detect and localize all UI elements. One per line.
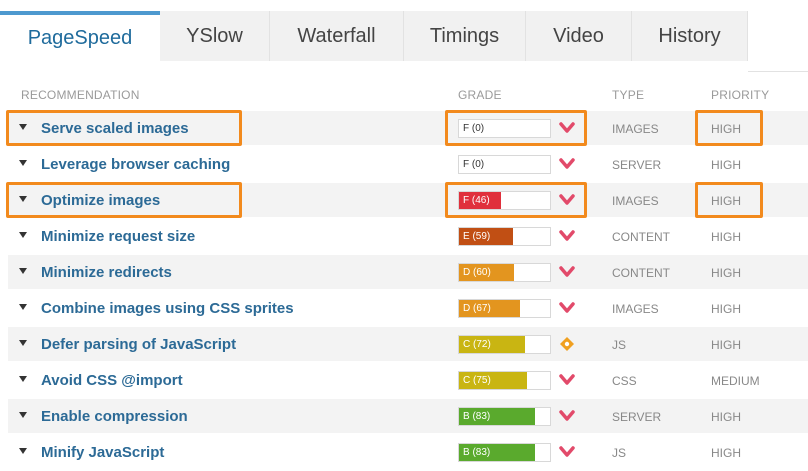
table-row[interactable]: Minimize redirects D (60) CONTENT HIGH xyxy=(8,255,808,289)
tab-waterfall[interactable]: Waterfall xyxy=(270,11,404,61)
grade-bar: F (0) xyxy=(458,155,551,174)
priority-label: HIGH xyxy=(711,302,741,316)
type-label: SERVER xyxy=(612,410,662,424)
grade-label: B (83) xyxy=(463,411,491,422)
recommendation-label[interactable]: Enable compression xyxy=(41,408,188,425)
priority-label: HIGH xyxy=(711,410,741,424)
grade-label: D (67) xyxy=(463,303,491,314)
header-priority: PRIORITY xyxy=(711,88,770,102)
type-label: CONTENT xyxy=(612,230,670,244)
grade-label: C (75) xyxy=(463,375,491,386)
type-label: IMAGES xyxy=(612,194,659,208)
table-row[interactable]: Leverage browser caching F (0) SERVER HIGH xyxy=(8,147,808,181)
highlight-box xyxy=(695,110,763,146)
tab-history[interactable]: History xyxy=(632,11,748,61)
type-label: JS xyxy=(612,446,627,460)
grade-label: C (72) xyxy=(463,339,491,350)
expand-triangle-icon[interactable] xyxy=(19,268,27,274)
recommendation-label[interactable]: Combine images using CSS sprites xyxy=(41,300,294,317)
highlight-box xyxy=(6,110,242,146)
grade-bar: D (67) xyxy=(458,299,551,318)
priority-label: HIGH xyxy=(711,230,741,244)
type-label: CSS xyxy=(612,374,637,388)
grade-bar: B (83) xyxy=(458,407,551,426)
grade-label: D (60) xyxy=(463,267,491,278)
expand-triangle-icon[interactable] xyxy=(19,448,27,454)
tab-bar: PageSpeed YSlow Waterfall Timings Video … xyxy=(0,11,808,72)
expand-triangle-icon[interactable] xyxy=(19,304,27,310)
tab-pagespeed[interactable]: PageSpeed xyxy=(0,11,160,61)
chevron-down-icon xyxy=(558,156,576,172)
table-row[interactable]: Enable compression B (83) SERVER HIGH xyxy=(8,399,808,433)
grade-label: B (83) xyxy=(463,447,491,458)
grade-bar: C (72) xyxy=(458,335,551,354)
chevron-down-icon xyxy=(558,444,576,460)
type-label: IMAGES xyxy=(612,122,659,136)
chevron-down-icon xyxy=(558,372,576,388)
priority-label: HIGH xyxy=(711,446,741,460)
table-row[interactable]: Minimize request size E (59) CONTENT HIGH xyxy=(8,219,808,253)
expand-triangle-icon[interactable] xyxy=(19,232,27,238)
table-row[interactable]: Avoid CSS @import C (75) CSS MEDIUM xyxy=(8,363,808,397)
grade-bar: B (83) xyxy=(458,443,551,462)
expand-triangle-icon[interactable] xyxy=(19,412,27,418)
grade-bar: D (60) xyxy=(458,263,551,282)
table-row[interactable]: Combine images using CSS sprites D (67) IM… xyxy=(8,291,808,325)
grade-bar: E (59) xyxy=(458,227,551,246)
priority-label: HIGH xyxy=(711,266,741,280)
chevron-down-icon xyxy=(558,264,576,280)
recommendation-label[interactable]: Leverage browser caching xyxy=(41,156,230,173)
priority-label: MEDIUM xyxy=(711,374,760,388)
expand-triangle-icon[interactable] xyxy=(19,340,27,346)
grade-label: F (0) xyxy=(463,159,485,170)
type-label: JS xyxy=(612,338,627,352)
highlight-box xyxy=(445,182,587,218)
type-label: CONTENT xyxy=(612,266,670,280)
tab-divider xyxy=(748,71,808,72)
grade-label: E (59) xyxy=(463,231,491,242)
recommendation-label[interactable]: Avoid CSS @import xyxy=(41,372,183,389)
type-label: IMAGES xyxy=(612,302,659,316)
chevron-down-icon xyxy=(558,228,576,244)
priority-label: HIGH xyxy=(711,158,741,172)
highlight-box xyxy=(695,182,763,218)
header-grade: GRADE xyxy=(458,88,502,102)
expand-triangle-icon[interactable] xyxy=(19,160,27,166)
tab-yslow[interactable]: YSlow xyxy=(160,11,270,61)
table-row[interactable]: Defer parsing of JavaScript C (72) JS HIGH xyxy=(8,327,808,361)
priority-label: HIGH xyxy=(711,338,741,352)
recommendation-label[interactable]: Minimize request size xyxy=(41,228,195,245)
highlight-box xyxy=(6,182,242,218)
header-recommendation: RECOMMENDATION xyxy=(21,88,140,102)
header-type: TYPE xyxy=(612,88,645,102)
chevron-down-icon xyxy=(558,300,576,316)
diamond-icon xyxy=(558,336,576,352)
tab-video[interactable]: Video xyxy=(526,11,632,61)
highlight-box xyxy=(445,110,587,146)
recommendation-label[interactable]: Minimize redirects xyxy=(41,264,172,281)
table-row[interactable]: Minify JavaScript B (83) JS HIGH xyxy=(8,435,808,469)
tab-timings[interactable]: Timings xyxy=(404,11,526,61)
recommendation-label[interactable]: Minify JavaScript xyxy=(41,444,164,461)
recommendation-label[interactable]: Defer parsing of JavaScript xyxy=(41,336,236,353)
expand-triangle-icon[interactable] xyxy=(19,376,27,382)
grade-bar: C (75) xyxy=(458,371,551,390)
chevron-down-icon xyxy=(558,408,576,424)
type-label: SERVER xyxy=(612,158,662,172)
